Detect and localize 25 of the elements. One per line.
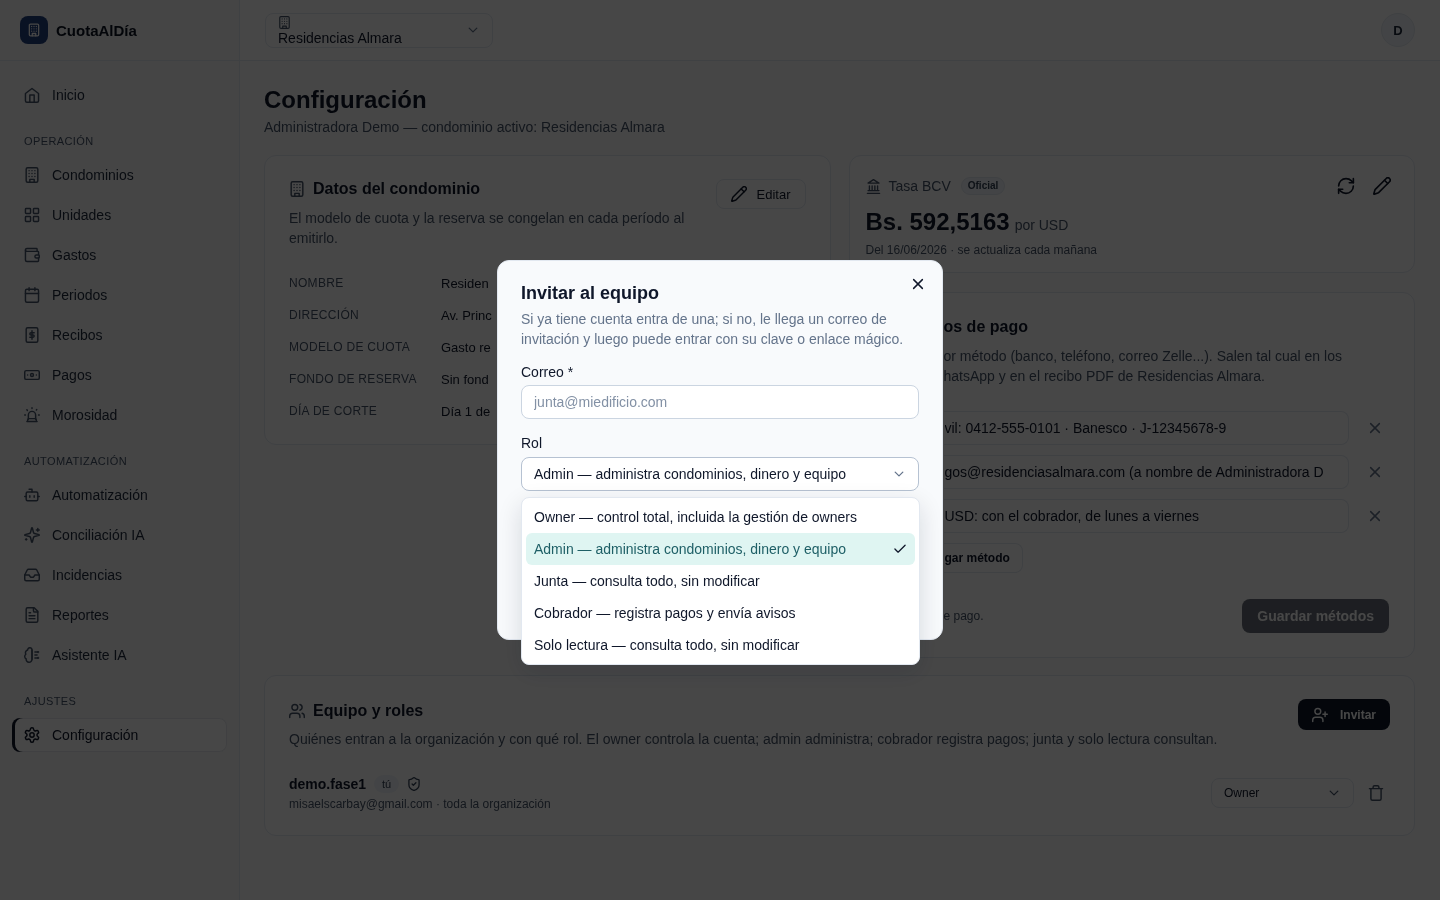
field-value: Residen (441, 275, 489, 291)
dropdown-option[interactable]: Admin — administra condominios, dinero y equipo (526, 533, 915, 565)
check-icon (893, 542, 907, 556)
field-value: Av. Princ (441, 307, 492, 323)
card-title: Equipo y roles (313, 701, 424, 721)
close-icon (910, 276, 926, 292)
dialog-title: Invitar al equipo (521, 282, 661, 305)
card-title: os de pago (943, 317, 1029, 337)
dialog-description: Si ya tiene cuenta entra de una; si no, le llega un correo de invitación y luego puede entrar con su clave o enlace mágico. (521, 310, 905, 349)
role-select[interactable]: Admin — administra condominios, dinero y equipo (521, 457, 919, 491)
field-value: Día 1 de (441, 403, 491, 419)
field-label: Rol (521, 434, 543, 453)
rate-amount: Bs. 592,5163 (865, 207, 1010, 237)
field-value: Gasto re (441, 339, 491, 355)
card-title: Datos del condominio (313, 179, 481, 199)
email-field[interactable]: junta@miedificio.com (521, 385, 919, 419)
page-title: Configuración (264, 85, 428, 115)
field-label: Correo * (521, 363, 575, 382)
member-name: demo.fase1 (289, 775, 367, 794)
dropdown-option[interactable]: Cobrador — registra pagos y envía avisos (526, 597, 915, 629)
field-value: Sin fond (441, 371, 489, 387)
dropdown-option[interactable]: Owner — control total, incluida la gestión de owners (526, 501, 915, 533)
dropdown-option[interactable]: Junta — consulta todo, sin modificar (526, 565, 915, 597)
app-name: CuotaAlDía (56, 21, 137, 39)
dropdown-option[interactable]: Solo lectura — consulta todo, sin modificar (526, 629, 915, 661)
